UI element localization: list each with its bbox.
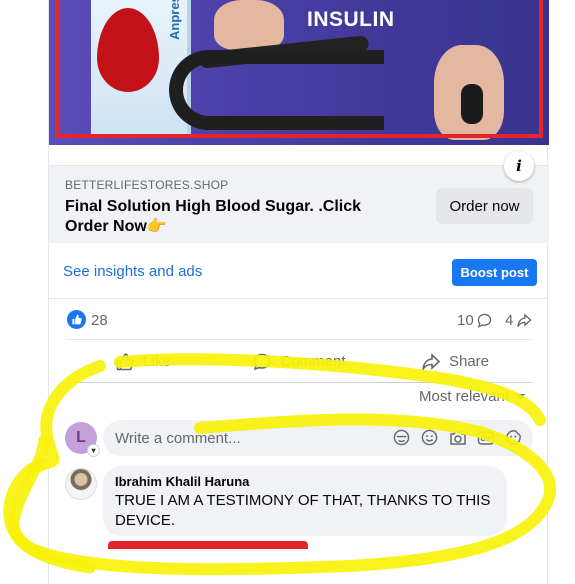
comment-author[interactable]: Ibrahim Khalil Haruna <box>115 474 495 489</box>
avatar[interactable]: L ▾ <box>65 422 100 457</box>
comment-button[interactable]: Comment <box>221 341 377 382</box>
order-now-button[interactable]: Order now <box>436 188 533 224</box>
post-actions: Like Comment Share <box>65 341 533 383</box>
share-count[interactable]: 4 <box>505 312 532 329</box>
boost-post-button[interactable]: Boost post <box>452 259 537 286</box>
comment-count-value: 10 <box>457 312 474 329</box>
info-icon[interactable]: i <box>504 151 534 181</box>
share-icon <box>422 352 441 370</box>
sort-label: Most relevant <box>419 388 510 405</box>
comment-count[interactable]: 10 <box>457 312 492 329</box>
share-count-value: 4 <box>505 312 514 329</box>
link-preview[interactable]: BETTERLIFESTORES.SHOP Final Solution Hig… <box>49 165 549 243</box>
share-count-icon <box>517 313 532 327</box>
comment-input[interactable] <box>115 420 375 456</box>
avatar-sticker-icon[interactable] <box>392 428 411 447</box>
insights-row: See insights and ads Boost post <box>49 243 549 299</box>
comment-input-container[interactable]: GIF <box>103 420 533 456</box>
next-item-preview <box>108 541 308 549</box>
emoji-icon[interactable] <box>420 428 439 447</box>
comment-text: TRUE I AM A TESTIMONY OF THAT, THANKS TO… <box>115 492 491 529</box>
comment-icon <box>254 353 271 370</box>
comment-count-icon <box>477 313 491 328</box>
share-button[interactable]: Share <box>377 341 533 382</box>
like-button[interactable]: Like <box>65 341 221 382</box>
link-domain: BETTERLIFESTORES.SHOP <box>65 178 229 192</box>
sticker-icon[interactable] <box>504 428 523 447</box>
like-count[interactable]: 28 <box>91 312 108 329</box>
ad-image[interactable]: Anpresure INSULIN <box>49 0 549 145</box>
link-title[interactable]: Final Solution High Blood Sugar. .Click … <box>65 197 395 237</box>
comment-sort-dropdown[interactable]: Most relevant <box>419 388 526 405</box>
post-card: Anpresure INSULIN BETTERLIFESTORES.SHOP … <box>48 0 549 584</box>
svg-text:GIF: GIF <box>480 436 491 443</box>
composer-icons: GIF <box>392 428 523 447</box>
comment-composer: L ▾ GIF <box>65 420 533 457</box>
caret-down-icon <box>515 393 526 400</box>
like-reaction-icon[interactable] <box>67 310 86 329</box>
ad-image-border <box>55 0 543 138</box>
share-label: Share <box>448 353 490 370</box>
like-icon <box>116 352 134 370</box>
like-label: Like <box>143 353 171 370</box>
comment-label: Comment <box>280 353 346 370</box>
gif-icon[interactable]: GIF <box>476 428 495 447</box>
comment-bubble: Ibrahim Khalil Haruna TRUE I AM A TESTIM… <box>103 466 507 536</box>
commenter-avatar[interactable] <box>65 468 97 500</box>
reactions-summary: 28 10 4 <box>65 300 533 340</box>
camera-icon[interactable] <box>448 428 467 447</box>
avatar-letter: L <box>76 429 86 446</box>
chevron-down-icon[interactable]: ▾ <box>87 444 100 457</box>
see-insights-link[interactable]: See insights and ads <box>63 263 202 280</box>
